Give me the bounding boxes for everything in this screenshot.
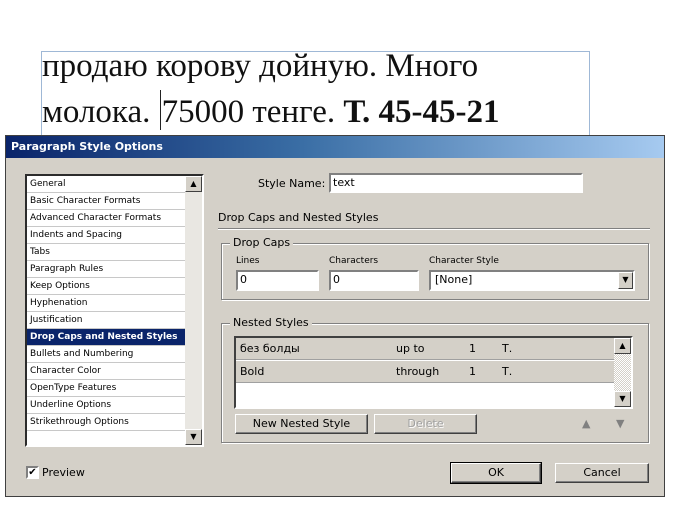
delete-button[interactable]: Delete	[374, 414, 477, 434]
category-item[interactable]: OpenType Features	[27, 380, 185, 397]
nested-style-mode[interactable]: up to	[396, 338, 425, 360]
category-item[interactable]: Bullets and Numbering	[27, 346, 185, 363]
category-item[interactable]: Strikethrough Options	[27, 414, 185, 431]
move-up-icon[interactable]: ▲	[582, 417, 590, 430]
category-item[interactable]: Character Color	[27, 363, 185, 380]
category-item[interactable]: Tabs	[27, 244, 185, 261]
nested-styles-table[interactable]: без болды up to 1 Т. Bold through 1 Т. ▲…	[234, 336, 633, 409]
document-bold-text: Т. 45-45-21	[343, 94, 500, 130]
lines-label: Lines	[236, 256, 260, 266]
nested-style-delimiter[interactable]: Т.	[502, 338, 512, 360]
category-item[interactable]: Keep Options	[27, 278, 185, 295]
document-text: 75000 тенге.	[161, 94, 336, 130]
drop-caps-title: Drop Caps	[230, 236, 294, 249]
new-nested-style-button[interactable]: New Nested Style	[235, 414, 368, 434]
cancel-button[interactable]: Cancel	[555, 463, 649, 483]
preview-label: Preview	[42, 466, 85, 479]
category-items: General Basic Character Formats Advanced C…	[27, 176, 185, 445]
nested-styles-title: Nested Styles	[230, 316, 312, 329]
category-item[interactable]: Hyphenation	[27, 295, 185, 312]
move-down-icon[interactable]: ▼	[616, 417, 624, 430]
nested-style-name[interactable]: без болды	[240, 338, 300, 360]
nested-style-name[interactable]: Bold	[240, 361, 264, 383]
nested-style-row[interactable]: Bold through 1 Т.	[236, 361, 614, 383]
section-title: Drop Caps and Nested Styles	[218, 211, 379, 224]
category-item[interactable]: Justification	[27, 312, 185, 329]
ok-button[interactable]: OK	[450, 462, 542, 484]
scroll-down-icon[interactable]: ▼	[185, 429, 202, 445]
characters-input[interactable]: 0	[329, 270, 419, 291]
dialog-title[interactable]: Paragraph Style Options	[6, 136, 664, 158]
document-text: молока.	[42, 94, 151, 130]
category-item[interactable]: Basic Character Formats	[27, 193, 185, 210]
character-style-select[interactable]: [None] ▼	[429, 270, 635, 291]
preview-checkbox[interactable]: ✔	[26, 466, 39, 479]
style-name-input[interactable]: text	[329, 173, 583, 193]
scroll-up-icon[interactable]: ▲	[614, 338, 631, 354]
section-divider	[218, 228, 650, 230]
chevron-down-icon[interactable]: ▼	[618, 272, 633, 289]
category-item[interactable]: Advanced Character Formats	[27, 210, 185, 227]
text-cursor	[159, 90, 161, 130]
category-list[interactable]: General Basic Character Formats Advanced C…	[25, 174, 204, 447]
nested-style-row[interactable]: без болды up to 1 Т.	[236, 338, 614, 360]
category-item[interactable]: Paragraph Rules	[27, 261, 185, 278]
characters-label: Characters	[329, 256, 379, 266]
lines-input[interactable]: 0	[236, 270, 319, 291]
category-scrollbar[interactable]: ▲ ▼	[185, 176, 202, 445]
category-item[interactable]: Indents and Spacing	[27, 227, 185, 244]
paragraph-style-options-dialog: Paragraph Style Options General Basic Cha…	[5, 135, 665, 497]
style-name-label: Style Name:	[258, 177, 326, 190]
scroll-up-icon[interactable]: ▲	[185, 176, 202, 192]
nested-style-mode[interactable]: through	[396, 361, 439, 383]
nested-styles-scrollbar[interactable]: ▲ ▼	[614, 338, 631, 407]
category-item[interactable]: Drop Caps and Nested Styles	[27, 329, 185, 346]
nested-style-delimiter[interactable]: Т.	[502, 361, 512, 383]
category-item[interactable]: Underline Options	[27, 397, 185, 414]
character-style-label: Character Style	[429, 256, 499, 266]
scroll-down-icon[interactable]: ▼	[614, 391, 631, 407]
category-item[interactable]: General	[27, 176, 185, 193]
document-line-2: молока. 75000 тенге. Т. 45-45-21	[42, 90, 500, 130]
nested-style-count[interactable]: 1	[469, 338, 476, 360]
nested-style-count[interactable]: 1	[469, 361, 476, 383]
document-line-1: продаю корову дойную. Много	[42, 48, 479, 84]
character-style-value: [None]	[435, 273, 473, 286]
